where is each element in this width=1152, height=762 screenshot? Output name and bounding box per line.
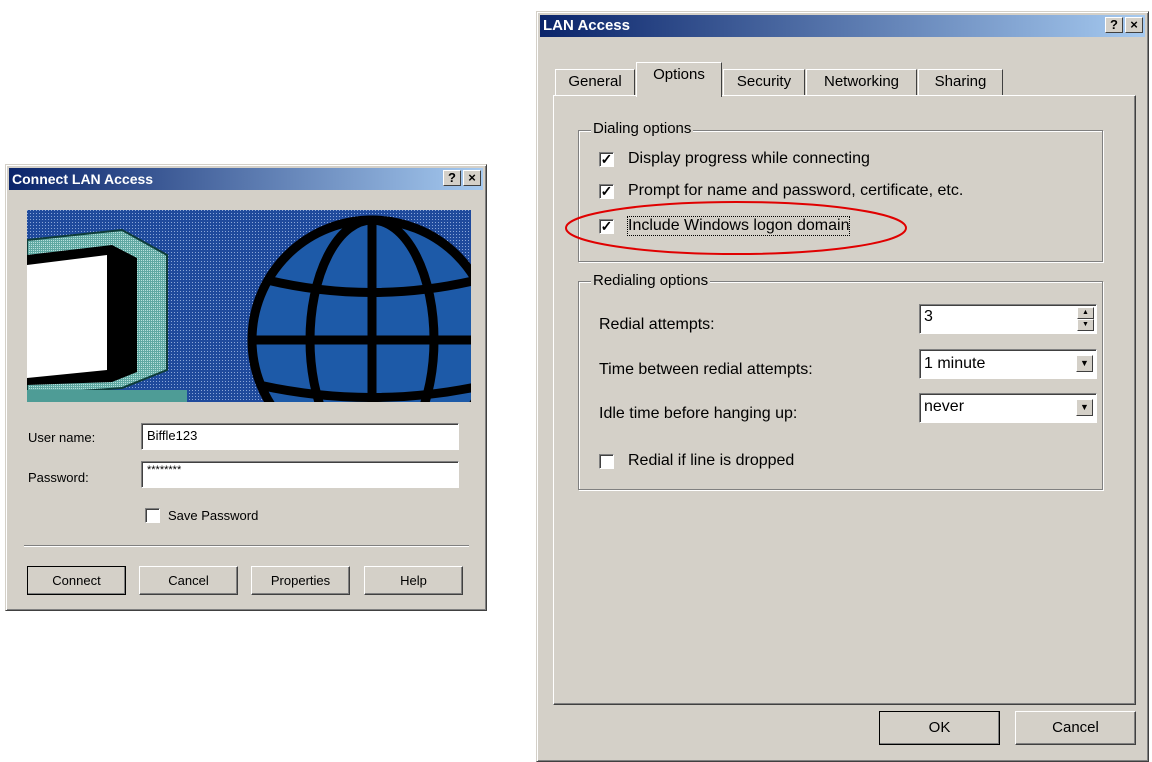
tab-options[interactable]: Options (636, 62, 722, 97)
close-button[interactable]: × (463, 170, 481, 186)
redial-dropped-checkbox[interactable] (599, 454, 614, 469)
separator (24, 545, 469, 547)
redial-attempts-value: 3 (924, 308, 933, 325)
connect-title: Connect LAN Access (12, 171, 154, 187)
help-text-button[interactable]: Help (364, 566, 463, 595)
password-label: Password: (28, 470, 89, 485)
display-progress-label[interactable]: Display progress while connecting (628, 150, 870, 168)
connect-titlebar: Connect LAN Access ? × (9, 168, 483, 190)
chevron-down-icon[interactable]: ▼ (1076, 355, 1093, 372)
save-password-checkbox[interactable] (145, 508, 160, 523)
redial-attempts-label: Redial attempts: (599, 316, 715, 333)
redial-dropped-label[interactable]: Redial if line is dropped (628, 452, 794, 470)
idle-time-label: Idle time before hanging up: (599, 405, 798, 422)
prompt-credentials-checkbox[interactable]: ✓ (599, 184, 614, 199)
username-label: User name: (28, 430, 96, 445)
connect-dialog: Connect LAN Access ? × User name: Biffle… (5, 164, 487, 611)
spin-down-arrow-icon[interactable]: ▼ (1077, 319, 1094, 331)
cancel-button[interactable]: Cancel (139, 566, 238, 595)
redialing-options-legend: Redialing options (591, 272, 711, 289)
globe-computer-illustration (27, 210, 471, 402)
connect-banner-image (27, 210, 471, 402)
idle-time-select[interactable]: never ▼ (919, 393, 1097, 423)
tab-sharing[interactable]: Sharing (918, 69, 1003, 95)
time-between-label: Time between redial attempts: (599, 361, 813, 378)
ok-button[interactable]: OK (879, 711, 1000, 745)
connect-button[interactable]: Connect (27, 566, 126, 595)
help-button[interactable]: ? (443, 170, 461, 186)
lan-title: LAN Access (543, 17, 630, 34)
cancel-button[interactable]: Cancel (1015, 711, 1136, 745)
spin-up-arrow-icon[interactable]: ▲ (1077, 307, 1094, 319)
lan-dialog: LAN Access ? × General Options Security … (536, 11, 1149, 762)
password-value: ******** (147, 464, 182, 476)
time-between-value: 1 minute (924, 355, 986, 372)
password-input[interactable]: ******** (141, 461, 459, 488)
redial-attempts-spinner[interactable]: 3 ▲ ▼ (919, 304, 1097, 334)
help-button[interactable]: ? (1105, 17, 1123, 33)
username-input[interactable]: Biffle123 (141, 423, 459, 450)
time-between-select[interactable]: 1 minute ▼ (919, 349, 1097, 379)
chevron-down-icon[interactable]: ▼ (1076, 399, 1093, 416)
highlight-annotation-ellipse (565, 201, 907, 255)
prompt-credentials-label[interactable]: Prompt for name and password, certificat… (628, 182, 963, 200)
close-button[interactable]: × (1125, 17, 1143, 33)
tab-networking[interactable]: Networking (806, 69, 917, 95)
display-progress-checkbox[interactable]: ✓ (599, 152, 614, 167)
properties-button[interactable]: Properties (251, 566, 350, 595)
lan-titlebar: LAN Access ? × (540, 15, 1145, 37)
username-value: Biffle123 (147, 428, 198, 443)
dialing-options-legend: Dialing options (591, 120, 694, 137)
tab-security[interactable]: Security (723, 69, 805, 95)
tab-general[interactable]: General (555, 69, 635, 95)
save-password-label[interactable]: Save Password (168, 508, 258, 523)
idle-time-value: never (924, 398, 965, 415)
